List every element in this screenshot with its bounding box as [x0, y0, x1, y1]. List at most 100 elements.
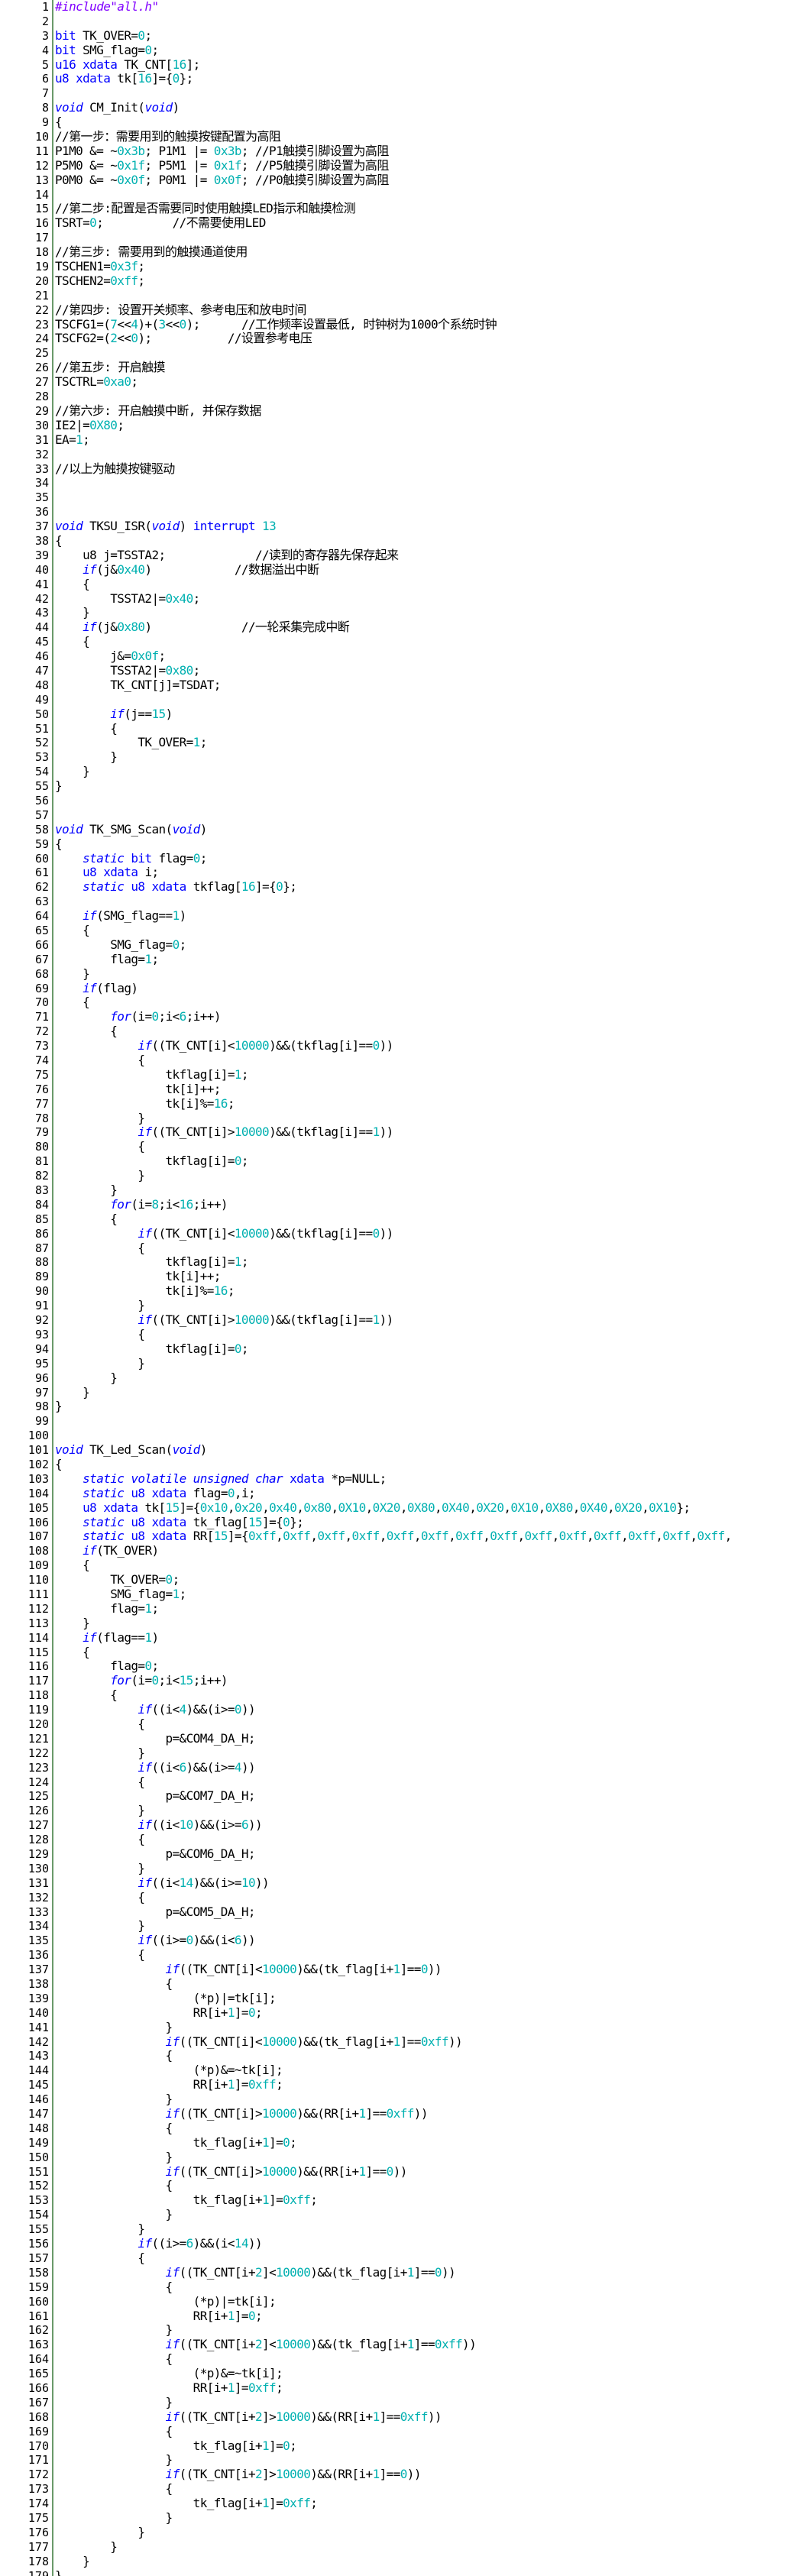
- code-line[interactable]: 76 tk[i]++;: [0, 1082, 806, 1097]
- code-line[interactable]: 17: [0, 231, 806, 245]
- code-line[interactable]: 93 {: [0, 1327, 806, 1342]
- code-line[interactable]: 96 }: [0, 1371, 806, 1386]
- code-line[interactable]: 19 TSCHEN1=0x3f;: [0, 259, 806, 274]
- code-line[interactable]: 53 }: [0, 749, 806, 765]
- code-line[interactable]: 44 if(j&0x80) //一轮采集完成中断: [0, 620, 806, 635]
- code-line[interactable]: 149 tk_flag[i+1]=0;: [0, 2135, 806, 2150]
- code-line[interactable]: 73 if((TK_CNT[i]<10000)&&(tkflag[i]==0)): [0, 1038, 806, 1053]
- code-line[interactable]: 57: [0, 808, 806, 823]
- code-line[interactable]: 78 }: [0, 1111, 806, 1126]
- code-line[interactable]: 165 (*p)&=~tk[i];: [0, 2366, 806, 2381]
- code-line[interactable]: 88 tkflag[i]=1;: [0, 1255, 806, 1270]
- code-line[interactable]: 40 if(j&0x40) //数据溢出中断: [0, 562, 806, 578]
- code-line[interactable]: 141 }: [0, 2020, 806, 2035]
- code-line[interactable]: 179}: [0, 2568, 806, 2576]
- code-line[interactable]: 58 void TK_SMG_Scan(void): [0, 822, 806, 837]
- code-line[interactable]: 131 if((i<14)&&(i>=10)): [0, 1875, 806, 1891]
- code-line[interactable]: 176 }: [0, 2525, 806, 2540]
- code-line[interactable]: 8 void CM_Init(void): [0, 100, 806, 115]
- code-line[interactable]: 36: [0, 505, 806, 519]
- code-line[interactable]: 119 if((i<4)&&(i>=0)): [0, 1702, 806, 1717]
- code-line[interactable]: 84 for(i=8;i<16;i++): [0, 1197, 806, 1212]
- code-line[interactable]: 175 }: [0, 2510, 806, 2526]
- code-line[interactable]: 144 (*p)&=~tk[i];: [0, 2063, 806, 2078]
- code-line[interactable]: 63: [0, 895, 806, 909]
- code-line[interactable]: 50 if(j==15): [0, 707, 806, 722]
- code-line[interactable]: 12 P5M0 &= ~0x1f; P5M1 |= 0x1f; //P5触摸引脚设…: [0, 158, 806, 173]
- code-line[interactable]: 147 if((TK_CNT[i]>10000)&&(RR[i+1]==0xff…: [0, 2106, 806, 2121]
- code-line[interactable]: 129 p=&COM6_DA_H;: [0, 1846, 806, 1862]
- code-line[interactable]: 136 {: [0, 1947, 806, 1963]
- code-line[interactable]: 151 if((TK_CNT[i]>10000)&&(RR[i+1]==0)): [0, 2164, 806, 2180]
- code-line[interactable]: 170 tk_flag[i+1]=0;: [0, 2438, 806, 2454]
- code-line[interactable]: 132 {: [0, 1890, 806, 1905]
- code-line[interactable]: 24 TSCFG2=(2<<0); //设置参考电压: [0, 332, 806, 346]
- code-line[interactable]: 47 TSSTA2|=0x80;: [0, 663, 806, 678]
- code-line[interactable]: 32: [0, 448, 806, 462]
- code-line[interactable]: 11 P1M0 &= ~0x3b; P1M1 |= 0x3b; //P1触摸引脚设…: [0, 144, 806, 159]
- code-line[interactable]: 20 TSCHEN2=0xff;: [0, 273, 806, 289]
- code-line[interactable]: 33 //以上为触摸按键驱动: [0, 461, 806, 477]
- code-line[interactable]: 70 {: [0, 995, 806, 1010]
- code-line[interactable]: 134 }: [0, 1919, 806, 1934]
- code-line[interactable]: 172 if((TK_CNT[i+2]>10000)&&(RR[i+1]==0)…: [0, 2467, 806, 2482]
- code-line[interactable]: 94 tkflag[i]=0;: [0, 1341, 806, 1357]
- code-line[interactable]: 158 if((TK_CNT[i+2]<10000)&&(tk_flag[i+1…: [0, 2265, 806, 2280]
- code-line[interactable]: 2: [0, 15, 806, 29]
- code-line[interactable]: 92 if((TK_CNT[i]>10000)&&(tkflag[i]==1)): [0, 1312, 806, 1328]
- code-line[interactable]: 89 tk[i]++;: [0, 1269, 806, 1284]
- code-line[interactable]: 38 {: [0, 533, 806, 549]
- code-line[interactable]: 174 tk_flag[i+1]=0xff;: [0, 2496, 806, 2511]
- code-line[interactable]: 61 u8 xdata i;: [0, 865, 806, 880]
- code-line[interactable]: 91 }: [0, 1298, 806, 1313]
- code-line[interactable]: 72 {: [0, 1024, 806, 1039]
- code-line[interactable]: 5 u16 xdata TK_CNT[16];: [0, 57, 806, 73]
- code-line[interactable]: 159 {: [0, 2280, 806, 2295]
- code-line[interactable]: 112 flag=1;: [0, 1601, 806, 1616]
- code-line[interactable]: 16 TSRT=0; //不需要使用LED: [0, 215, 806, 231]
- code-line[interactable]: 178 }: [0, 2554, 806, 2569]
- code-line[interactable]: 105 u8 xdata tk[15]={0x10,0x20,0x40,0x80…: [0, 1500, 806, 1516]
- code-line[interactable]: 156 if((i>=6)&&(i<14)): [0, 2236, 806, 2251]
- code-line[interactable]: 75 tkflag[i]=1;: [0, 1067, 806, 1083]
- code-line[interactable]: 162 }: [0, 2322, 806, 2338]
- code-line[interactable]: 98}: [0, 1399, 806, 1414]
- code-line[interactable]: 90 tk[i]%=16;: [0, 1283, 806, 1299]
- code-line[interactable]: 133 p=&COM5_DA_H;: [0, 1904, 806, 1920]
- code-line[interactable]: 15 //第二步:配置是否需要同时使用触摸LED指示和触摸检测: [0, 202, 806, 216]
- code-line[interactable]: 126 }: [0, 1803, 806, 1818]
- code-line[interactable]: 138 {: [0, 1976, 806, 1992]
- code-line[interactable]: 29 //第六步: 开启触摸中断, 并保存数据: [0, 403, 806, 419]
- code-line[interactable]: 99: [0, 1414, 806, 1429]
- code-line[interactable]: 163 if((TK_CNT[i+2]<10000)&&(tk_flag[i+1…: [0, 2337, 806, 2352]
- code-line[interactable]: 26 //第五步: 开启触摸: [0, 360, 806, 375]
- code-line[interactable]: 77 tk[i]%=16;: [0, 1096, 806, 1112]
- code-line[interactable]: 173 {: [0, 2481, 806, 2497]
- code-line[interactable]: 13 P0M0 &= ~0x0f; P0M1 |= 0x0f; //P0触摸引脚设…: [0, 173, 806, 188]
- code-line[interactable]: 95 }: [0, 1356, 806, 1371]
- code-line[interactable]: 69 if(flag): [0, 981, 806, 996]
- code-line[interactable]: 14: [0, 188, 806, 202]
- code-line[interactable]: 116 flag=0;: [0, 1659, 806, 1674]
- code-line[interactable]: 82 }: [0, 1168, 806, 1183]
- code-line[interactable]: 83 }: [0, 1183, 806, 1198]
- code-line[interactable]: 30 IE2|=0X80;: [0, 418, 806, 433]
- code-area[interactable]: 1 #include"all.h" 2 3 bit TK_OVER=0; 4 bit SMG…: [0, 0, 806, 2576]
- code-line[interactable]: 120 {: [0, 1717, 806, 1732]
- code-line[interactable]: 54 }: [0, 764, 806, 779]
- code-line[interactable]: 37 void TKSU_ISR(void) interrupt 13: [0, 519, 806, 534]
- code-line[interactable]: 118 {: [0, 1688, 806, 1703]
- code-line[interactable]: 43 }: [0, 605, 806, 620]
- code-line[interactable]: 62 static u8 xdata tkflag[16]={0};: [0, 879, 806, 895]
- code-line[interactable]: 106 static u8 xdata tk_flag[15]={0};: [0, 1515, 806, 1530]
- code-line[interactable]: 18 //第三步: 需要用到的触摸通道使用: [0, 244, 806, 260]
- code-line[interactable]: 130 }: [0, 1861, 806, 1876]
- code-line[interactable]: 41 {: [0, 577, 806, 592]
- code-line[interactable]: 107 static u8 xdata RR[15]={0xff,0xff,0x…: [0, 1529, 806, 1544]
- code-line[interactable]: 167 }: [0, 2395, 806, 2410]
- code-line[interactable]: 157 {: [0, 2251, 806, 2266]
- code-line[interactable]: 121 p=&COM4_DA_H;: [0, 1731, 806, 1746]
- code-line[interactable]: 146 }: [0, 2092, 806, 2107]
- code-line[interactable]: 169 {: [0, 2424, 806, 2439]
- code-line[interactable]: 21: [0, 289, 806, 303]
